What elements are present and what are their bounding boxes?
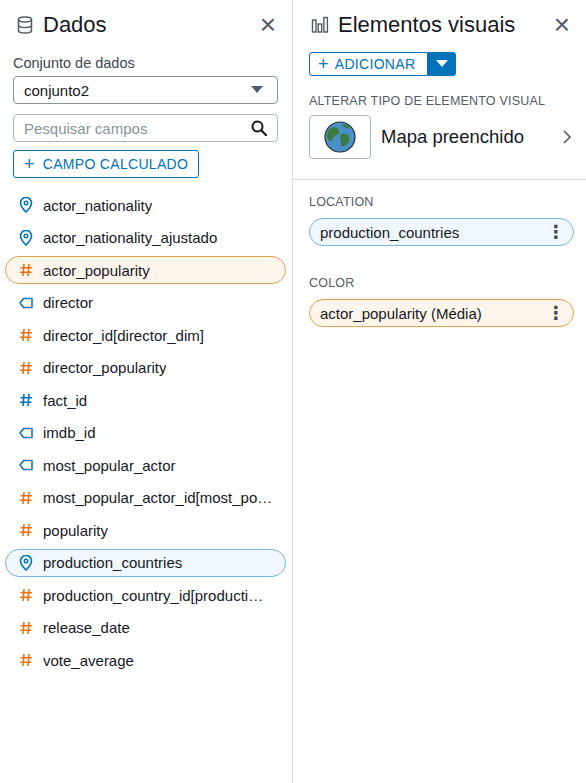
- location-pin-icon: [18, 230, 34, 246]
- field-menu-button[interactable]: ⋮: [547, 221, 565, 243]
- close-button[interactable]: ×: [260, 11, 278, 39]
- field-wells: LOCATION production_countries ⋮COLOR act…: [293, 180, 586, 327]
- panel-title: Dados: [43, 12, 107, 38]
- field-item[interactable]: actor_nationality_ajustado: [5, 224, 286, 252]
- panel-title: Elementos visuais: [338, 12, 515, 38]
- field-name: release_date: [43, 619, 130, 636]
- number-icon: [18, 328, 34, 342]
- button-label: CAMPO CALCULADO: [43, 156, 188, 172]
- visual-type-name: Mapa preenchido: [381, 126, 524, 148]
- well-label: COLOR: [309, 276, 574, 290]
- number-icon: [18, 588, 34, 602]
- divider: [293, 179, 586, 180]
- visuals-panel: Elementos visuais × + ADICIONAR ALTERAR …: [293, 0, 586, 783]
- location-pin-icon: [18, 197, 34, 213]
- field-name: popularity: [43, 522, 108, 539]
- text-tag-icon: [18, 427, 34, 439]
- caret-down-icon: [251, 86, 263, 94]
- field-name: production_country_id[producti…: [43, 587, 263, 604]
- database-icon: [17, 16, 33, 34]
- field-name: director: [43, 294, 93, 311]
- text-tag-icon: [18, 459, 34, 471]
- field-item[interactable]: actor_popularity: [5, 256, 286, 284]
- data-panel: Dados × Conjunto de dados conjunto2 Pesq…: [0, 0, 293, 783]
- field-item[interactable]: release_date: [5, 614, 286, 642]
- field-well: LOCATION production_countries ⋮: [309, 195, 574, 246]
- visuals-panel-header: Elementos visuais ×: [293, 0, 586, 40]
- field-name: director_id[director_dim]: [43, 327, 204, 344]
- field-name: actor_popularity: [43, 262, 150, 279]
- field-item[interactable]: most_popular_actor: [5, 451, 286, 479]
- visual-type-selector[interactable]: Mapa preenchido: [309, 115, 574, 159]
- close-button[interactable]: ×: [554, 11, 572, 39]
- dataset-label: Conjunto de dados: [13, 55, 278, 71]
- number-icon: [18, 621, 34, 635]
- field-menu-button[interactable]: ⋮: [547, 302, 565, 324]
- field-item[interactable]: director_id[director_dim]: [5, 321, 286, 349]
- field-item[interactable]: actor_nationality: [5, 191, 286, 219]
- field-name: most_popular_actor_id[most_po…: [43, 489, 272, 506]
- data-panel-header: Dados ×: [0, 0, 292, 40]
- analysis-editor: Dados × Conjunto de dados conjunto2 Pesq…: [0, 0, 586, 783]
- chevron-right-icon: [562, 129, 572, 145]
- well-field-pill[interactable]: actor_popularity (Média) ⋮: [309, 299, 574, 327]
- field-item[interactable]: production_countries: [5, 549, 286, 577]
- plus-icon: +: [24, 155, 35, 173]
- add-button-group: + ADICIONAR: [309, 52, 574, 76]
- globe-icon: [322, 119, 358, 155]
- field-name: director_popularity: [43, 359, 166, 376]
- field-item[interactable]: director_popularity: [5, 354, 286, 382]
- field-name: vote_average: [43, 652, 134, 669]
- number-icon: [18, 523, 34, 537]
- button-label: ADICIONAR: [335, 56, 416, 72]
- number-icon: [18, 491, 34, 505]
- field-item[interactable]: director: [5, 289, 286, 317]
- dataset-value: conjunto2: [24, 82, 89, 99]
- plus-icon: +: [318, 55, 329, 73]
- field-item[interactable]: production_country_id[producti…: [5, 581, 286, 609]
- field-name: fact_id: [43, 392, 87, 409]
- change-type-label: ALTERAR TIPO DE ELEMENTO VISUAL: [309, 94, 574, 108]
- search-field[interactable]: Pesquisar campos: [13, 114, 278, 142]
- add-button[interactable]: + ADICIONAR: [309, 52, 428, 76]
- field-item[interactable]: fact_id: [5, 386, 286, 414]
- caret-down-icon: [436, 60, 448, 68]
- field-item[interactable]: popularity: [5, 516, 286, 544]
- field-name: production_countries: [43, 554, 182, 571]
- field-item[interactable]: imdb_id: [5, 419, 286, 447]
- number-icon: [18, 653, 34, 667]
- location-pin-icon: [18, 555, 34, 571]
- field-name: imdb_id: [43, 424, 96, 441]
- field-name: actor_nationality: [43, 197, 152, 214]
- field-well: COLOR actor_popularity (Média) ⋮: [309, 276, 574, 327]
- well-field-pill[interactable]: production_countries ⋮: [309, 218, 574, 246]
- field-name: most_popular_actor: [43, 457, 176, 474]
- field-item[interactable]: vote_average: [5, 646, 286, 674]
- number-icon: [18, 263, 34, 277]
- field-list: actor_nationality actor_nationality_ajus…: [0, 191, 292, 674]
- search-icon: [251, 120, 267, 136]
- number-icon: [18, 361, 34, 375]
- well-label: LOCATION: [309, 195, 574, 209]
- dataset-select[interactable]: conjunto2: [13, 76, 278, 104]
- field-name: actor_nationality_ajustado: [43, 229, 217, 246]
- calculated-field-button[interactable]: + CAMPO CALCULADO: [13, 150, 199, 178]
- well-field-name: production_countries: [320, 224, 459, 241]
- field-item[interactable]: most_popular_actor_id[most_po…: [5, 484, 286, 512]
- add-dropdown-button[interactable]: [428, 52, 456, 76]
- well-field-name: actor_popularity (Média): [320, 305, 482, 322]
- text-tag-icon: [18, 297, 34, 309]
- search-placeholder: Pesquisar campos: [24, 120, 147, 137]
- bar-chart-icon: [311, 16, 329, 34]
- visual-type-thumbnail: [309, 115, 371, 159]
- number-icon: [18, 393, 34, 407]
